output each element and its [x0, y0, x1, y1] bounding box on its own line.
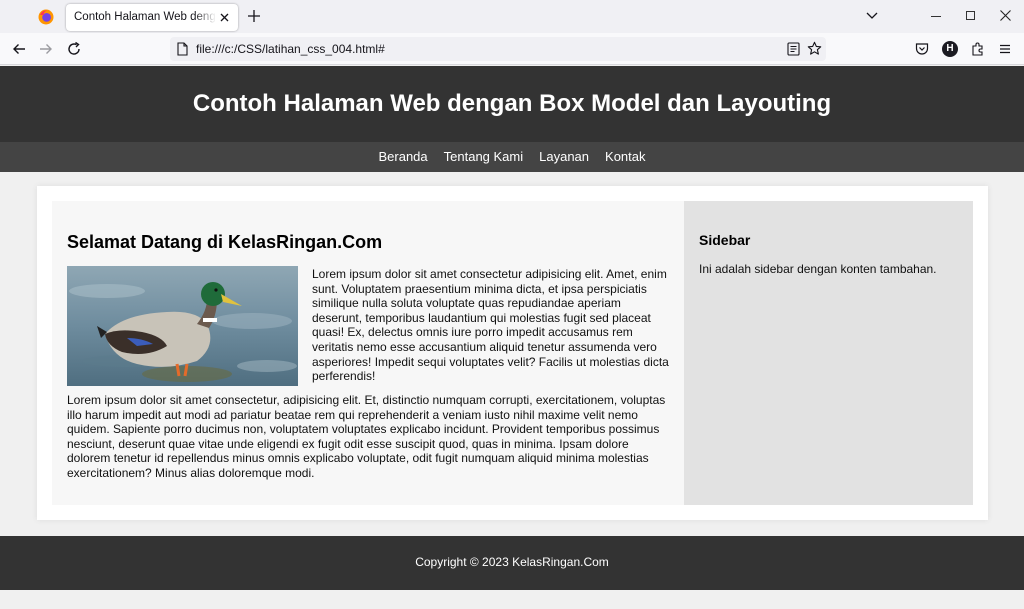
footer-copyright: Copyright © 2023 KelasRingan.Com — [415, 555, 609, 569]
page-icon — [177, 42, 188, 56]
nav-link-tentang-kami[interactable]: Tentang Kami — [444, 142, 524, 171]
url-text[interactable]: file:///c:/CSS/latihan_css_004.html# — [196, 42, 385, 56]
duck-image — [67, 266, 298, 386]
list-all-tabs-icon[interactable] — [866, 11, 878, 21]
site-nav: Beranda Tentang Kami Layanan Kontak — [0, 142, 1024, 172]
sidebar-heading: Sidebar — [699, 232, 751, 248]
firefox-icon[interactable] — [38, 9, 54, 25]
nav-link-beranda[interactable]: Beranda — [378, 142, 427, 171]
nav-link-layanan[interactable]: Layanan — [539, 142, 589, 171]
main-heading: Selamat Datang di KelasRingan.Com — [67, 232, 383, 252]
reader-view-icon[interactable] — [787, 42, 800, 56]
address-bar[interactable]: file:///c:/CSS/latihan_css_004.html# — [170, 37, 826, 61]
active-tab[interactable]: Contoh Halaman Web dengan Box Model dan … — [66, 4, 238, 31]
content-container: Selamat Datang di KelasRingan.Com Lorem … — [37, 186, 988, 520]
sidebar-text: Ini adalah sidebar dengan konten tambaha… — [699, 262, 937, 276]
browser-tab-strip: Contoh Halaman Web dengan Box Model dan … — [0, 0, 1024, 33]
extensions-icon[interactable] — [970, 41, 986, 57]
back-arrow-icon[interactable] — [11, 41, 27, 57]
site-title: Contoh Halaman Web dengan Box Model dan … — [192, 90, 832, 117]
intro-paragraph: Lorem ipsum dolor sit amet consectetur a… — [312, 267, 669, 384]
browser-toolbar: file:///c:/CSS/latihan_css_004.html# H — [0, 33, 1024, 65]
hamburger-menu-icon[interactable] — [997, 41, 1013, 57]
site-header: Contoh Halaman Web dengan Box Model dan … — [0, 66, 1024, 142]
close-window-button[interactable] — [1000, 10, 1011, 21]
maximize-window-button[interactable] — [966, 11, 975, 20]
tab-title: Contoh Halaman Web dengan Box Model dan … — [74, 11, 216, 23]
body-paragraph: Lorem ipsum dolor sit amet consectetur, … — [67, 393, 666, 480]
minimize-window-button[interactable] — [931, 16, 941, 17]
sidebar: Sidebar Ini adalah sidebar dengan konten… — [684, 201, 973, 505]
close-tab-icon[interactable] — [218, 11, 231, 24]
reload-icon[interactable] — [66, 41, 82, 57]
account-avatar[interactable]: H — [942, 41, 958, 57]
nav-link-kontak[interactable]: Kontak — [605, 142, 645, 171]
forward-arrow-icon[interactable] — [38, 41, 54, 57]
pocket-icon[interactable] — [914, 41, 930, 57]
bookmark-star-icon[interactable] — [807, 41, 822, 56]
page-viewport: Contoh Halaman Web dengan Box Model dan … — [0, 66, 1024, 609]
site-footer: Copyright © 2023 KelasRingan.Com — [0, 536, 1024, 590]
main-content: Selamat Datang di KelasRingan.Com Lorem … — [52, 201, 684, 505]
new-tab-icon[interactable] — [247, 9, 261, 23]
